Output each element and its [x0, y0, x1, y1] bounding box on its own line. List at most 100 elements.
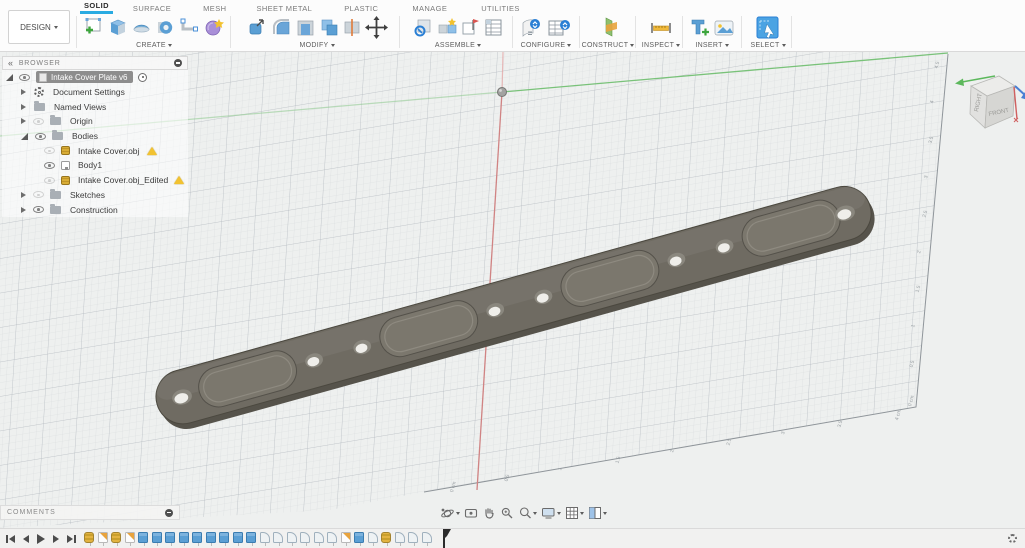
visibility-eye-icon[interactable]	[35, 133, 46, 140]
insert-derive-icon[interactable]	[689, 17, 710, 39]
visibility-eye-icon[interactable]	[19, 74, 30, 81]
timeline-feature-extrude[interactable]	[152, 532, 162, 543]
construction-plane-icon[interactable]	[597, 16, 620, 39]
timeline-feature-sketch[interactable]	[98, 532, 108, 543]
timeline-feature-extrude[interactable]	[138, 532, 148, 543]
collapse-panel-icon[interactable]: «	[8, 60, 14, 67]
collapsed-arrow-icon[interactable]	[21, 118, 26, 124]
press-pull-icon[interactable]	[247, 17, 268, 38]
timeline-feature-fillet[interactable]	[408, 532, 418, 543]
tab-surface[interactable]: SURFACE	[129, 2, 175, 14]
timeline-settings-gear-icon[interactable]	[1008, 534, 1017, 543]
timeline-feature-fillet[interactable]	[314, 532, 324, 543]
activate-component-radio[interactable]	[138, 73, 147, 82]
display-settings-tool[interactable]	[541, 506, 561, 520]
pan-tool[interactable]	[482, 506, 496, 520]
browser-row-root[interactable]: Intake Cover Plate v6	[2, 70, 188, 85]
timeline-feature-fillet[interactable]	[327, 532, 337, 543]
modify-menu[interactable]: MODIFY	[299, 42, 334, 49]
tab-manage[interactable]: MANAGE	[408, 2, 451, 14]
active-component-pill[interactable]: Intake Cover Plate v6	[36, 71, 133, 83]
tab-solid[interactable]: SOLID	[80, 0, 113, 14]
timeline-feature-extrude[interactable]	[165, 532, 175, 543]
combine-icon[interactable]	[319, 17, 340, 38]
timeline-feature-extrude[interactable]	[179, 532, 189, 543]
warning-icon[interactable]	[174, 176, 184, 184]
box-icon[interactable]	[107, 17, 128, 38]
timeline-feature-fillet[interactable]	[260, 532, 270, 543]
3d-viewport[interactable]: 4.543.532.521.510.50 cm 0 cm0.511.522.53…	[0, 52, 1025, 548]
tab-plastic[interactable]: PLASTIC	[340, 2, 382, 14]
form-icon[interactable]	[203, 17, 225, 38]
configuration-icon[interactable]	[520, 17, 544, 39]
timeline-feature-extrude[interactable]	[246, 532, 256, 543]
timeline-position-marker[interactable]	[443, 529, 452, 548]
joint-icon[interactable]	[437, 17, 458, 38]
timeline-feature-mesh[interactable]	[381, 532, 391, 543]
comments-bar[interactable]: COMMENTS	[0, 505, 180, 520]
shell-icon[interactable]	[295, 17, 316, 38]
browser-header[interactable]: « BROWSER	[2, 56, 188, 70]
design-workspace-dropdown[interactable]: DESIGN	[8, 10, 70, 44]
step-forward-button[interactable]	[53, 535, 59, 543]
timeline-feature-mesh[interactable]	[84, 532, 94, 543]
timeline-feature-extrude[interactable]	[233, 532, 243, 543]
visibility-eye-icon[interactable]	[33, 118, 44, 125]
collapsed-arrow-icon[interactable]	[21, 104, 26, 110]
warning-icon[interactable]	[147, 147, 157, 155]
split-body-icon[interactable]	[343, 17, 362, 38]
browser-row-sketches[interactable]: Sketches	[2, 188, 188, 203]
timeline-feature-fillet[interactable]	[368, 532, 378, 543]
rigid-group-icon[interactable]	[461, 17, 480, 38]
assemble-menu[interactable]: ASSEMBLE	[435, 42, 481, 49]
orbit-tool[interactable]	[440, 506, 460, 521]
create-sketch-icon[interactable]	[83, 17, 104, 38]
construct-menu[interactable]: CONSTRUCT	[582, 42, 635, 49]
timeline-feature-sketch[interactable]	[125, 532, 135, 543]
select-menu[interactable]: SELECT	[750, 42, 785, 49]
new-component-icon[interactable]	[413, 17, 434, 38]
canvas-icon[interactable]	[713, 17, 735, 39]
close-comments-icon[interactable]	[165, 509, 173, 517]
browser-row-bodies[interactable]: Bodies	[2, 129, 188, 144]
fit-zoom-tool[interactable]	[518, 506, 537, 520]
tab-sheet-metal[interactable]: SHEET METAL	[252, 2, 316, 14]
browser-row-mesh-body-edited[interactable]: Intake Cover.obj_Edited	[2, 173, 188, 188]
timeline-feature-sketch[interactable]	[341, 532, 351, 543]
view-cube[interactable]: RIGHT FRONT	[955, 56, 1025, 151]
go-to-start-button[interactable]	[6, 535, 15, 543]
revolve-icon[interactable]	[131, 17, 152, 38]
timeline-feature-extrude[interactable]	[192, 532, 202, 543]
timeline-feature-mesh[interactable]	[111, 532, 121, 543]
inspect-menu[interactable]: INSPECT	[642, 42, 680, 49]
collapsed-arrow-icon[interactable]	[21, 89, 26, 95]
pipe-icon[interactable]	[179, 17, 200, 38]
visibility-eye-icon[interactable]	[33, 206, 44, 213]
play-button[interactable]	[37, 534, 45, 544]
go-to-end-button[interactable]	[67, 535, 76, 543]
select-icon[interactable]	[755, 15, 781, 41]
collapsed-arrow-icon[interactable]	[21, 207, 26, 213]
timeline-feature-fillet[interactable]	[422, 532, 432, 543]
browser-row-document-settings[interactable]: Document Settings	[2, 85, 188, 100]
viewports-tool[interactable]	[588, 506, 607, 520]
visibility-eye-icon[interactable]	[33, 191, 44, 198]
browser-row-origin[interactable]: Origin	[2, 114, 188, 129]
move-icon[interactable]	[365, 16, 388, 39]
timeline-feature-extrude[interactable]	[206, 532, 216, 543]
look-at-tool[interactable]	[464, 506, 478, 520]
expanded-arrow-icon[interactable]	[21, 133, 28, 140]
coil-icon[interactable]	[155, 17, 176, 38]
expanded-arrow-icon[interactable]	[6, 74, 13, 81]
timeline-feature-extrude[interactable]	[219, 532, 229, 543]
tab-utilities[interactable]: UTILITIES	[477, 2, 524, 14]
configure-menu[interactable]: CONFIGURE	[521, 42, 572, 49]
grid-settings-tool[interactable]	[565, 506, 584, 520]
browser-row-mesh-body[interactable]: Intake Cover.obj	[2, 143, 188, 158]
close-panel-icon[interactable]	[174, 59, 182, 67]
fillet-icon[interactable]	[271, 17, 292, 38]
timeline-feature-fillet[interactable]	[273, 532, 283, 543]
configuration-table-icon[interactable]	[547, 17, 573, 39]
browser-row-construction[interactable]: Construction	[2, 202, 188, 217]
visibility-eye-icon[interactable]	[44, 147, 55, 154]
